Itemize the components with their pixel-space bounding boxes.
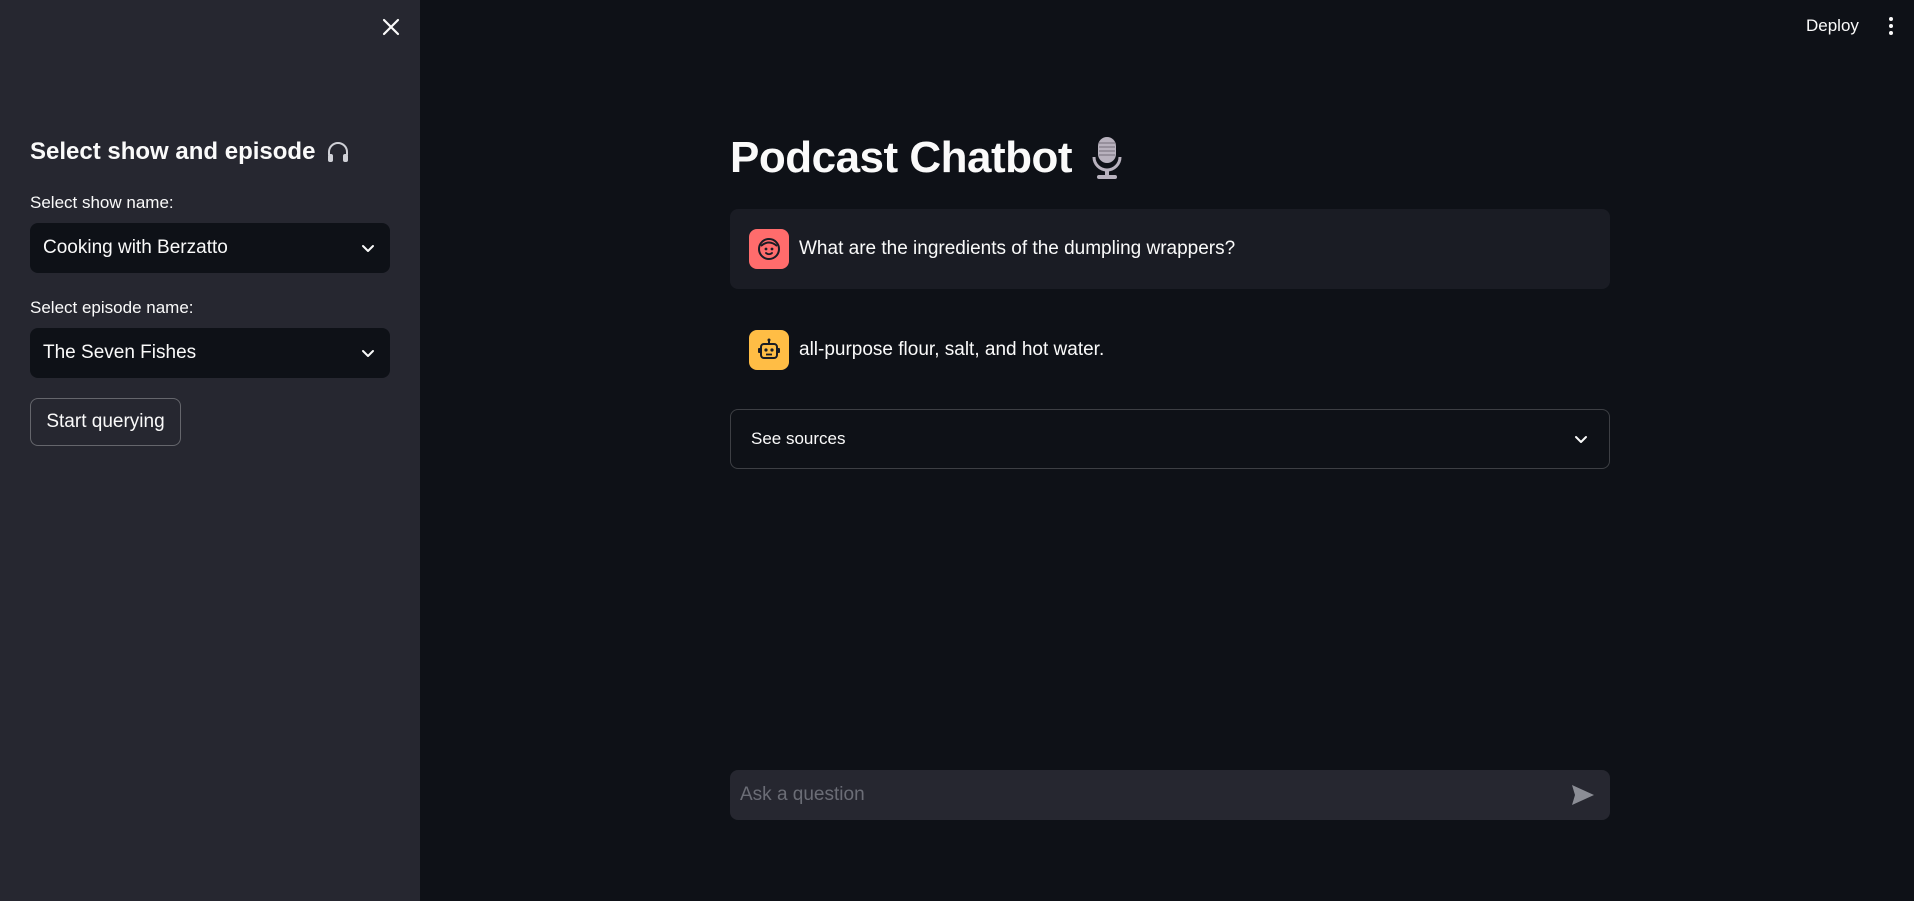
headphones-icon: [328, 142, 349, 162]
send-button[interactable]: [1566, 778, 1600, 812]
chevron-down-icon: [362, 350, 374, 357]
deploy-button[interactable]: Deploy: [1800, 14, 1865, 38]
chat-input[interactable]: [740, 784, 1566, 806]
sidebar: Select show and episode Select show name…: [0, 0, 420, 901]
episode-select-value: The Seven Fishes: [43, 342, 197, 363]
start-querying-button[interactable]: Start querying: [30, 398, 181, 446]
close-sidebar-button[interactable]: [378, 14, 404, 40]
app: Select show and episode Select show name…: [0, 0, 1914, 901]
chat-message-assistant: all-purpose flour, salt, and hot water.: [730, 310, 1610, 390]
microphone-icon: [1092, 137, 1122, 179]
close-icon: [382, 18, 400, 36]
chat-message-text: What are the ingredients of the dumpling…: [799, 238, 1236, 259]
page-title: Podcast Chatbot: [730, 133, 1124, 183]
chat-message-user: What are the ingredients of the dumpling…: [730, 209, 1610, 289]
show-select-label: Select show name:: [30, 193, 174, 212]
episode-select-label: Select episode name:: [30, 298, 194, 317]
chevron-down-icon: [1575, 436, 1587, 443]
sidebar-heading: Select show and episode: [30, 138, 351, 166]
episode-select[interactable]: The Seven Fishes: [30, 328, 390, 378]
sidebar-heading-text: Select show and episode: [30, 138, 316, 165]
more-vertical-icon-dot: [1889, 31, 1893, 35]
chevron-down-icon: [362, 245, 374, 252]
see-sources-label: See sources: [751, 429, 846, 448]
chat-message-text: all-purpose flour, salt, and hot water.: [799, 339, 1105, 360]
show-select[interactable]: Cooking with Berzatto: [30, 223, 390, 273]
more-vertical-icon-dot: [1889, 24, 1893, 28]
chat-input-container: [730, 770, 1610, 820]
main-menu-button[interactable]: [1883, 13, 1899, 39]
user-avatar: [749, 229, 789, 269]
page-title-text: Podcast Chatbot: [730, 133, 1073, 182]
assistant-avatar: [749, 330, 789, 370]
show-select-value: Cooking with Berzatto: [43, 237, 228, 258]
see-sources-expander[interactable]: See sources: [730, 409, 1610, 469]
more-vertical-icon: [1889, 17, 1893, 21]
robot-icon: [758, 338, 780, 359]
send-icon: [1572, 785, 1594, 805]
user-face-icon: [758, 238, 780, 260]
